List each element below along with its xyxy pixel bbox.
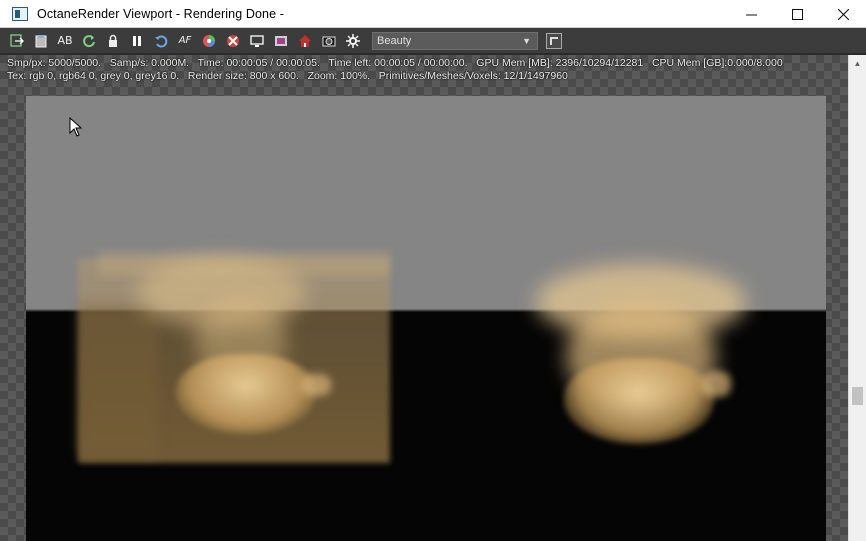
lock-icon[interactable] [102,30,124,52]
refresh-icon[interactable] [78,30,100,52]
teapot-spout-right [701,371,731,397]
clipboard-icon[interactable] [30,30,52,52]
color-picker-icon[interactable] [198,30,220,52]
app-icon [12,6,28,21]
render-pass-selected: Beauty [377,34,412,47]
teapot-volume-right [564,358,714,444]
chevron-down-icon: ▼ [522,35,531,46]
export-icon[interactable] [6,30,28,52]
house-icon[interactable] [294,30,316,52]
maximize-button[interactable] [774,0,820,28]
close-button[interactable] [820,0,866,28]
stats-line-2: Tex: rgb 0, rgb64 0, grey 0, grey16 0. R… [7,70,568,82]
render-image[interactable] [26,96,826,541]
pause-icon[interactable] [126,30,148,52]
scroll-up-arrow-icon[interactable]: ▲ [849,55,866,72]
focus-picker-icon[interactable]: AF [174,30,196,52]
render-statistics: Smp/px: 5000/5000. Samp/s: 0.000M. Time:… [7,57,783,83]
restart-icon[interactable] [150,30,172,52]
window-title: OctaneRender Viewport - Rendering Done - [37,6,284,21]
display-icon[interactable] [246,30,268,52]
teapot-spout-left [301,374,331,396]
settings-icon[interactable] [342,30,364,52]
title-bar: OctaneRender Viewport - Rendering Done - [0,0,866,28]
viewport-toolbar: AB AF Beauty ▼ [0,28,866,54]
minimize-button[interactable] [728,0,774,28]
scroll-thumb[interactable] [852,387,863,405]
render-pass-dropdown[interactable]: Beauty ▼ [372,31,538,50]
material-picker-icon[interactable] [222,30,244,52]
teapot-volume-left [176,354,316,434]
volume-box-side [78,306,158,456]
window-controls [728,0,866,28]
film-icon[interactable] [270,30,292,52]
stats-line-1: Smp/px: 5000/5000. Samp/s: 0.000M. Time:… [7,57,783,69]
expand-icon[interactable] [546,32,562,49]
vertical-scrollbar[interactable]: ▲ [848,55,866,541]
mouse-cursor-icon [69,116,83,142]
ab-compare-icon[interactable]: AB [54,30,76,52]
camera-icon[interactable] [318,30,340,52]
